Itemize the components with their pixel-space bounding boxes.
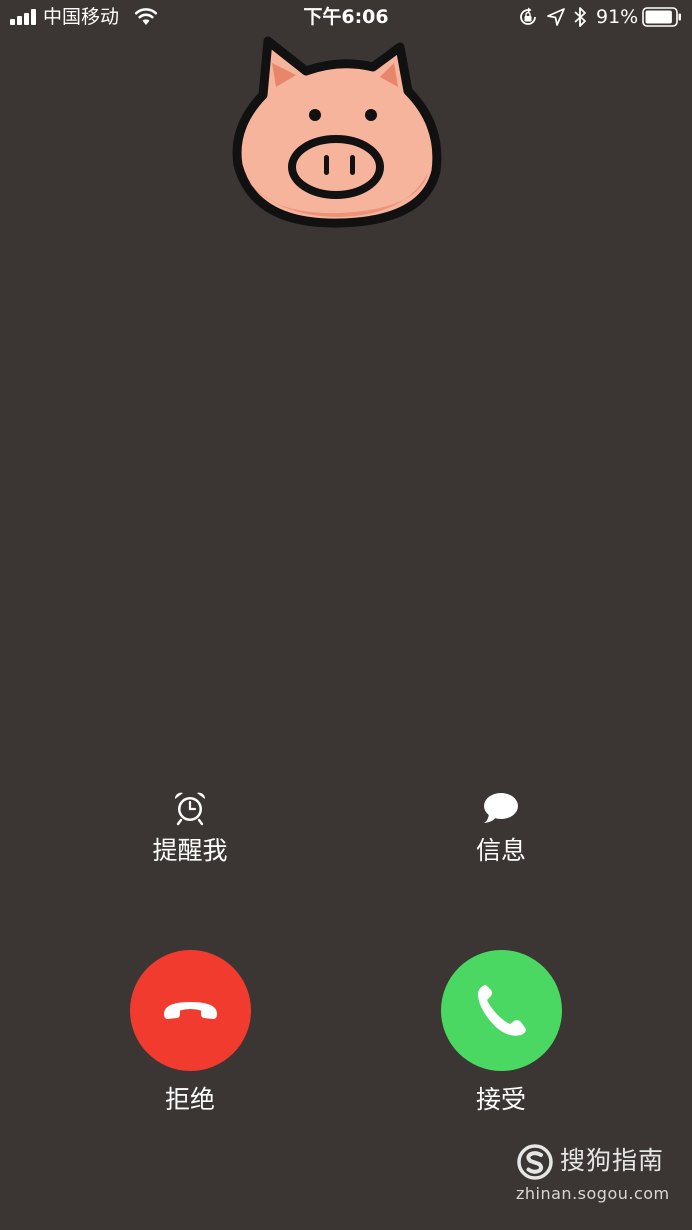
remind-me-button[interactable]: 提醒我	[110, 790, 270, 880]
message-button[interactable]: 信息	[421, 790, 581, 880]
accept-circle[interactable]	[440, 950, 562, 1071]
accept-label: 接受	[475, 1085, 526, 1114]
phone-icon	[477, 984, 526, 1036]
decline-label: 拒绝	[164, 1085, 215, 1114]
pig-face-icon	[232, 36, 442, 228]
battery-percent: 91%	[596, 6, 639, 28]
watermark-brand: 搜狗指南	[560, 1146, 665, 1175]
message-label: 信息	[475, 836, 526, 865]
status-time: 下午6:06	[303, 6, 389, 28]
remind-me-label: 提醒我	[152, 836, 228, 865]
watermark-url: zhinan.sogou.com	[516, 1184, 670, 1203]
lock-rotation-icon	[520, 7, 536, 25]
accept-call-button[interactable]: 接受	[421, 950, 581, 1120]
status-bar: 中国移动 下午6:06 91%	[0, 0, 692, 34]
sogou-logo-icon	[517, 1144, 553, 1180]
decline-call-button[interactable]: 拒绝	[110, 950, 270, 1120]
location-icon	[547, 8, 565, 26]
battery-icon	[642, 7, 681, 27]
alarm-clock-icon	[174, 792, 206, 826]
sogou-watermark: 搜狗指南 zhinan.sogou.com	[512, 1140, 687, 1210]
bluetooth-icon	[574, 7, 586, 27]
decline-circle[interactable]	[129, 950, 251, 1071]
hang-up-icon	[163, 1002, 217, 1019]
speech-bubble-icon	[484, 793, 518, 823]
